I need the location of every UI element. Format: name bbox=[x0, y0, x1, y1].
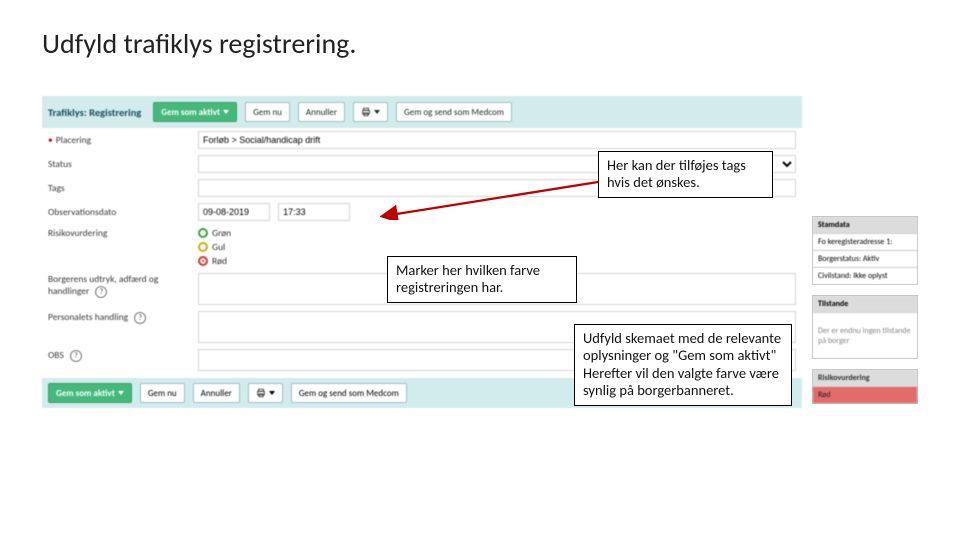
label-status: Status bbox=[48, 158, 198, 170]
stamdata-civil: Civilstand: Ikke oplyst bbox=[813, 267, 917, 284]
printer-icon bbox=[361, 107, 371, 117]
save-now-button-bottom[interactable]: Gem nu bbox=[140, 383, 185, 403]
sidebar: Stamdata Fo keregisteradresse 1: Borgers… bbox=[812, 216, 918, 404]
row-placering: •Placering bbox=[42, 128, 802, 152]
save-active-button[interactable]: Gem som aktivt bbox=[153, 102, 237, 122]
radio-icon-green bbox=[198, 228, 208, 238]
label-risk: Risikovurdering bbox=[48, 227, 198, 239]
callout-tags: Her kan der tilføjes tags hvis det ønske… bbox=[598, 151, 773, 198]
radio-yellow[interactable]: Gul bbox=[198, 241, 796, 253]
help-icon[interactable]: ? bbox=[134, 312, 146, 324]
panel-stamdata: Stamdata Fo keregisteradresse 1: Borgers… bbox=[812, 216, 918, 285]
stamdata-citizen-status: Borgerstatus: Aktiv bbox=[813, 250, 917, 267]
states-empty-text: Der er endnu ingen tilstande på borger bbox=[813, 312, 917, 358]
risk-value: Rød bbox=[813, 386, 917, 403]
radio-green[interactable]: Grøn bbox=[198, 227, 796, 239]
panel-title-stamdata: Stamdata bbox=[813, 217, 917, 233]
radio-icon-red bbox=[198, 256, 208, 266]
save-send-medcom-button[interactable]: Gem og send som Medcom bbox=[396, 102, 512, 122]
help-icon[interactable]: ? bbox=[95, 286, 107, 298]
panel-risk: Risikovurdering Rød bbox=[812, 369, 918, 404]
stage: Trafiklys: Registrering Gem som aktivt G… bbox=[42, 96, 918, 511]
label-staff-action: Personalets handling ? bbox=[48, 311, 198, 324]
save-send-medcom-button-bottom[interactable]: Gem og send som Medcom bbox=[291, 383, 407, 403]
radio-icon-yellow bbox=[198, 242, 208, 252]
label-obs-date: Observationsdato bbox=[48, 206, 198, 218]
label-placering: •Placering bbox=[48, 134, 198, 146]
placering-input[interactable] bbox=[198, 131, 796, 149]
panel-title-states: Tilstande bbox=[813, 296, 917, 312]
save-active-button-bottom[interactable]: Gem som aktivt bbox=[48, 383, 132, 403]
chevron-down-icon bbox=[269, 391, 275, 395]
help-icon[interactable]: ? bbox=[70, 350, 82, 362]
label-obs: OBS ? bbox=[48, 349, 198, 362]
panel-states: Tilstande Der er endnu ingen tilstande p… bbox=[812, 295, 918, 359]
callout-schema: Udfyld skemaet med de relevante oplysnin… bbox=[574, 324, 792, 406]
cancel-button-bottom[interactable]: Annuller bbox=[193, 383, 240, 403]
label-citizen-expression: Borgerens udtryk, adfærd og handlinger ? bbox=[48, 273, 198, 298]
chevron-down-icon bbox=[223, 110, 229, 114]
row-obs-date: Observationsdato bbox=[42, 200, 802, 224]
stamdata-address: Fo keregisteradresse 1: bbox=[813, 233, 917, 250]
section-title: Trafiklys: Registrering bbox=[48, 106, 141, 119]
chevron-down-icon bbox=[374, 110, 380, 114]
obs-time-input[interactable] bbox=[278, 203, 350, 221]
print-button-bottom[interactable] bbox=[248, 383, 283, 403]
page-title: Udfyld trafiklys registrering. bbox=[42, 26, 356, 61]
print-button[interactable] bbox=[353, 102, 388, 122]
save-active-label: Gem som aktivt bbox=[161, 107, 220, 118]
top-toolbar: Trafiklys: Registrering Gem som aktivt G… bbox=[42, 96, 802, 128]
cancel-button[interactable]: Annuller bbox=[298, 102, 345, 122]
printer-icon bbox=[256, 388, 266, 398]
callout-marker: Marker her hvilken farve registreringen … bbox=[387, 256, 577, 303]
label-tags: Tags bbox=[48, 182, 198, 194]
chevron-down-icon bbox=[118, 391, 124, 395]
panel-title-risk: Risikovurdering bbox=[813, 370, 917, 386]
save-now-button[interactable]: Gem nu bbox=[245, 102, 290, 122]
obs-date-input[interactable] bbox=[198, 203, 270, 221]
